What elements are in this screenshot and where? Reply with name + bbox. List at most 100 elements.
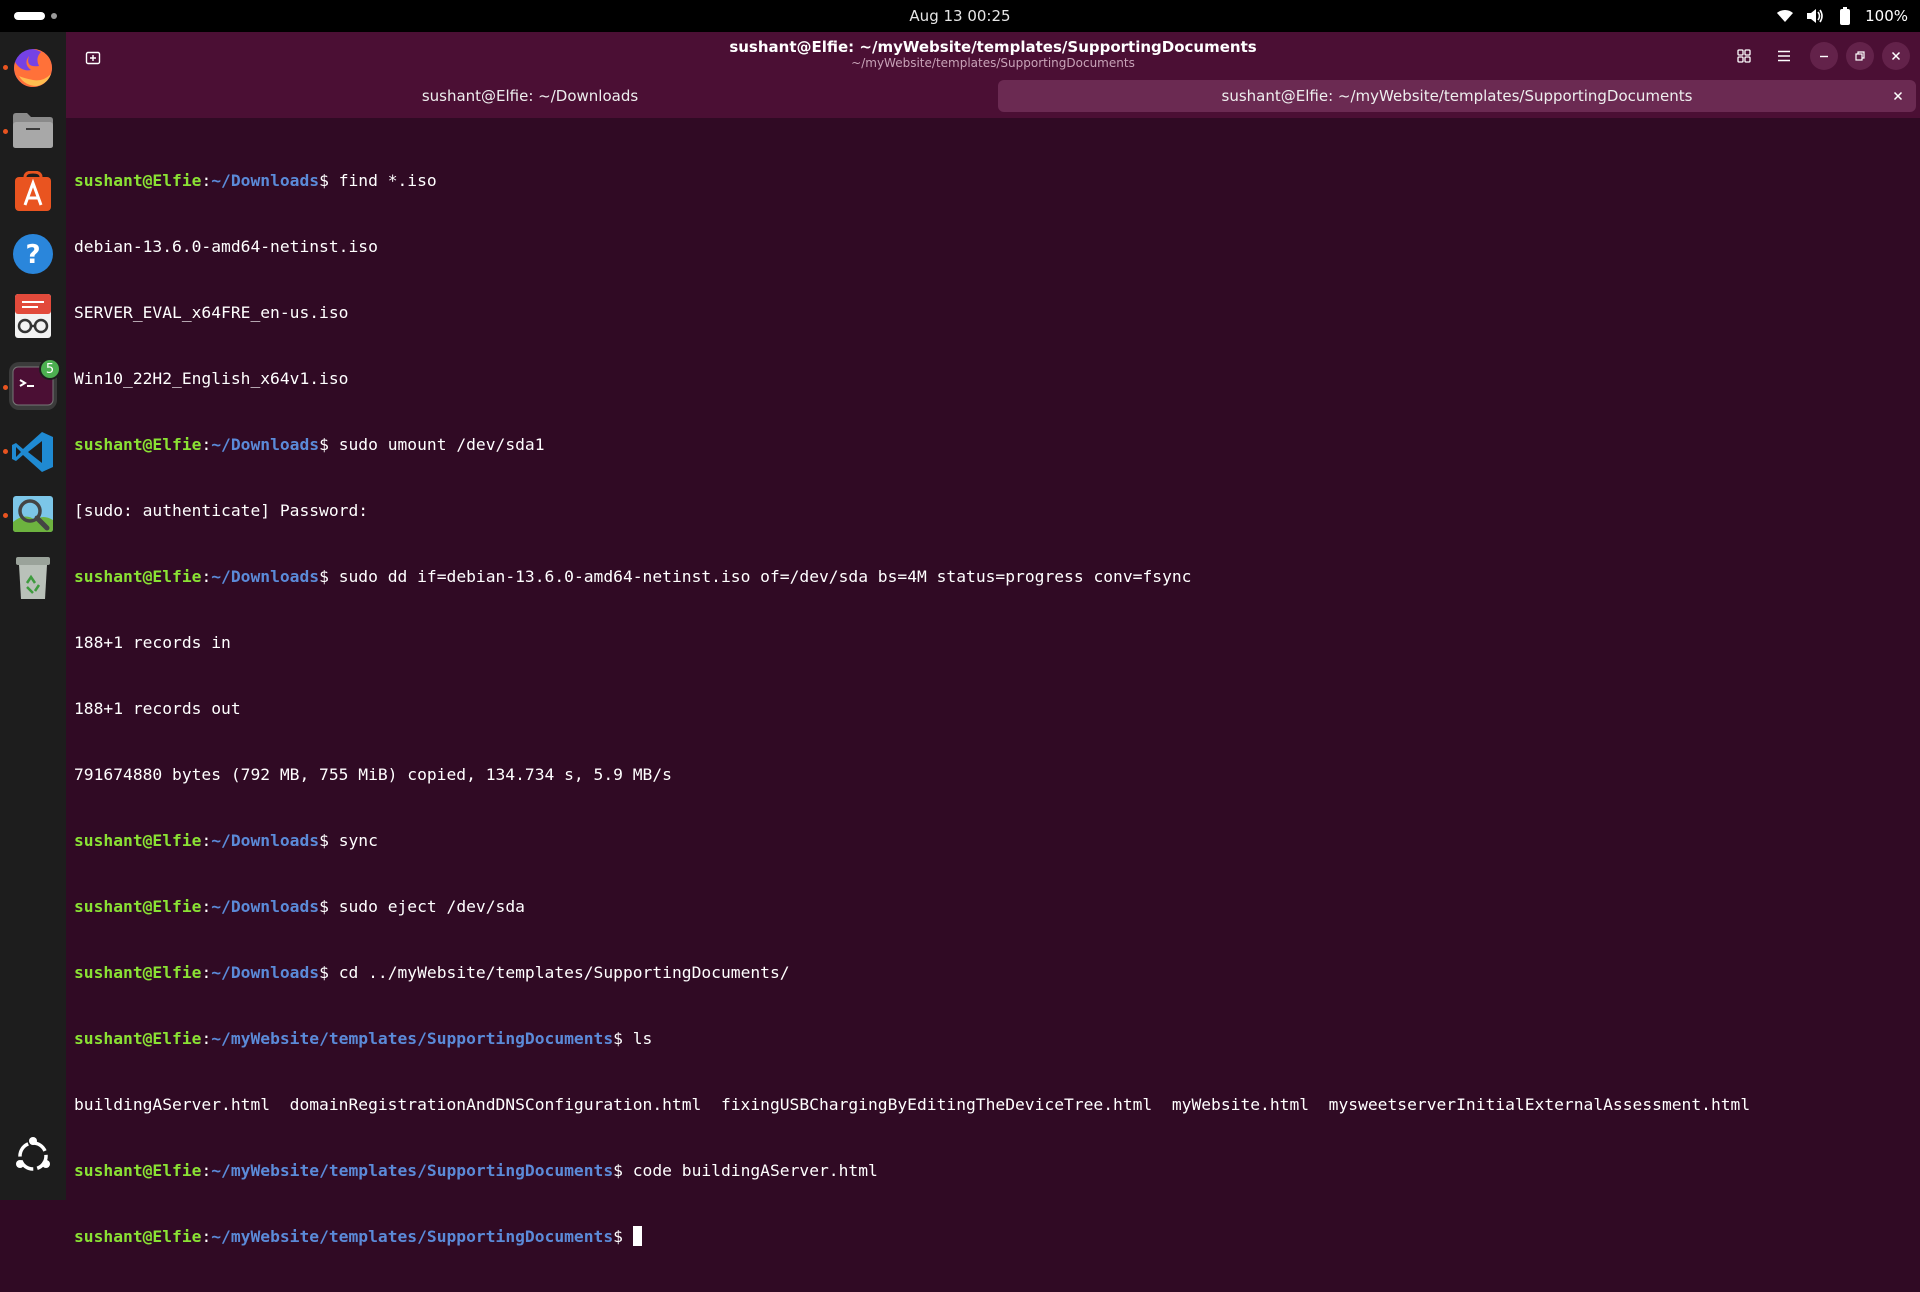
volume-icon[interactable] — [1805, 6, 1825, 26]
minimize-button[interactable] — [1810, 42, 1838, 70]
command-text: sync — [338, 831, 378, 850]
terminal-line: [sudo: authenticate] Password: — [74, 500, 1914, 522]
prompt-path: ~/myWebsite/templates/SupportingDocument… — [211, 1227, 614, 1246]
main-menu-button[interactable] — [1770, 42, 1798, 70]
close-icon — [1891, 51, 1901, 61]
terminal-output[interactable]: sushant@Elfie:~/Downloads$ find *.iso de… — [74, 126, 1914, 1246]
close-tab-button[interactable] — [1886, 84, 1910, 108]
output-text: 188+1 records in — [74, 633, 231, 652]
output-text: [sudo: authenticate] Password: — [74, 501, 369, 520]
app-center-icon[interactable] — [9, 168, 57, 216]
output-text: Win10_22H2_English_x64v1.iso — [74, 369, 349, 388]
prompt-user: sushant@Elfie — [74, 435, 202, 454]
terminal-line: SERVER_EVAL_x64FRE_en-us.iso — [74, 302, 1914, 324]
prompt-path: ~/Downloads — [211, 897, 320, 916]
prompt-path: ~/Downloads — [211, 567, 320, 586]
prompt-user: sushant@Elfie — [74, 171, 202, 190]
running-indicator — [3, 385, 8, 390]
system-tray[interactable]: 100% — [1775, 6, 1908, 26]
command-text: sudo dd if=debian-13.6.0-amd64-netinst.i… — [338, 567, 1192, 586]
terminal-line: sushant@Elfie:~/Downloads$ sudo dd if=de… — [74, 567, 1192, 586]
trash-icon[interactable] — [9, 554, 57, 602]
text-cursor — [632, 1226, 642, 1246]
command-text: find *.iso — [338, 171, 437, 190]
show-apps-icon[interactable] — [9, 1132, 57, 1180]
wifi-icon[interactable] — [1775, 6, 1795, 26]
prompt-user: sushant@Elfie — [74, 1161, 202, 1180]
terminal-line: sushant@Elfie:~/Downloads$ sudo umount /… — [74, 435, 545, 454]
workspace-dot — [51, 13, 57, 19]
close-window-button[interactable] — [1882, 42, 1910, 70]
prompt-path: ~/Downloads — [211, 435, 320, 454]
terminal-line: 188+1 records in — [74, 632, 1914, 654]
files-icon[interactable] — [9, 106, 57, 154]
terminal-line: sushant@Elfie:~/Downloads$ sync — [74, 831, 378, 850]
dock: ? 5 — [0, 32, 67, 1200]
command-text: sudo umount /dev/sda1 — [338, 435, 545, 454]
terminal-line: buildingAServer.html domainRegistrationA… — [74, 1094, 1914, 1116]
command-text: ls — [632, 1029, 653, 1048]
window-title: sushant@Elfie: ~/myWebsite/templates/Sup… — [729, 38, 1257, 56]
terminal-line: debian-13.6.0-amd64-netinst.iso — [74, 236, 1914, 258]
terminal-line: sushant@Elfie:~/Downloads$ sudo eject /d… — [74, 897, 525, 916]
tab-downloads[interactable]: sushant@Elfie: ~/Downloads — [66, 80, 994, 112]
terminal-line: 791674880 bytes (792 MB, 755 MiB) copied… — [74, 764, 1914, 786]
output-text: SERVER_EVAL_x64FRE_en-us.iso — [74, 303, 349, 322]
prompt-user: sushant@Elfie — [74, 567, 202, 586]
command-text: code buildingAServer.html — [632, 1161, 878, 1180]
tab-label: sushant@Elfie: ~/Downloads — [421, 87, 639, 105]
battery-percentage: 100% — [1865, 7, 1908, 25]
output-text: buildingAServer.html domainRegistrationA… — [74, 1095, 1751, 1114]
prompt-user: sushant@Elfie — [74, 963, 202, 982]
terminal-line: Win10_22H2_English_x64v1.iso — [74, 368, 1914, 390]
image-viewer-icon[interactable] — [9, 490, 57, 538]
battery-icon[interactable] — [1835, 6, 1855, 26]
terminal-icon[interactable]: 5 — [9, 358, 61, 410]
prompt-path: ~/Downloads — [211, 831, 320, 850]
output-text: 188+1 records out — [74, 699, 241, 718]
document-viewer-icon[interactable] — [9, 292, 57, 340]
help-icon[interactable]: ? — [9, 230, 57, 278]
terminal-line: sushant@Elfie:~/myWebsite/templates/Supp… — [74, 1161, 878, 1180]
clock[interactable]: Aug 13 00:25 — [909, 7, 1010, 25]
close-icon — [1893, 91, 1903, 101]
terminal-line: sushant@Elfie:~/myWebsite/templates/Supp… — [74, 1029, 653, 1048]
output-text: 791674880 bytes (792 MB, 755 MiB) copied… — [74, 765, 672, 784]
prompt-user: sushant@Elfie — [74, 831, 202, 850]
minimize-icon — [1820, 55, 1828, 58]
terminal-line: sushant@Elfie:~/myWebsite/templates/Supp… — [74, 1226, 1914, 1248]
grid-icon — [1737, 49, 1751, 63]
running-indicator — [3, 65, 8, 70]
restore-icon — [1855, 51, 1865, 61]
top-bar: Aug 13 00:25 100% — [0, 0, 1920, 32]
notification-badge: 5 — [39, 358, 61, 380]
prompt-user: sushant@Elfie — [74, 1227, 202, 1246]
tab-supporting-documents[interactable]: sushant@Elfie: ~/myWebsite/templates/Sup… — [998, 80, 1916, 112]
running-indicator — [3, 449, 8, 454]
maximize-button[interactable] — [1846, 42, 1874, 70]
firefox-icon[interactable] — [9, 44, 57, 92]
terminal-line: sushant@Elfie:~/Downloads$ find *.iso — [74, 171, 437, 190]
terminal-line: 188+1 records out — [74, 698, 1914, 720]
command-text: cd ../myWebsite/templates/SupportingDocu… — [338, 963, 790, 982]
prompt-path: ~/myWebsite/templates/SupportingDocument… — [211, 1029, 614, 1048]
svg-text:?: ? — [25, 240, 40, 270]
running-indicator — [3, 513, 8, 518]
activities-indicator[interactable] — [14, 12, 58, 20]
terminal-line: sushant@Elfie:~/Downloads$ cd ../myWebsi… — [74, 963, 790, 982]
tab-label: sushant@Elfie: ~/myWebsite/templates/Sup… — [1221, 87, 1693, 105]
terminal-window: sushant@Elfie: ~/myWebsite/templates/Sup… — [66, 32, 1920, 1246]
prompt-user: sushant@Elfie — [74, 1029, 202, 1048]
command-text: sudo eject /dev/sda — [338, 897, 525, 916]
prompt-user: sushant@Elfie — [74, 897, 202, 916]
prompt-path: ~/Downloads — [211, 171, 320, 190]
running-indicator — [3, 129, 8, 134]
window-subtitle: ~/myWebsite/templates/SupportingDocument… — [851, 56, 1135, 70]
prompt-path: ~/Downloads — [211, 963, 320, 982]
workspace-active-pill — [14, 12, 45, 20]
vscode-icon[interactable] — [9, 428, 57, 476]
output-text: debian-13.6.0-amd64-netinst.iso — [74, 237, 378, 256]
hamburger-menu-icon — [1778, 50, 1790, 62]
window-headerbar: sushant@Elfie: ~/myWebsite/templates/Sup… — [66, 32, 1920, 118]
tab-overview-button[interactable] — [1730, 42, 1758, 70]
